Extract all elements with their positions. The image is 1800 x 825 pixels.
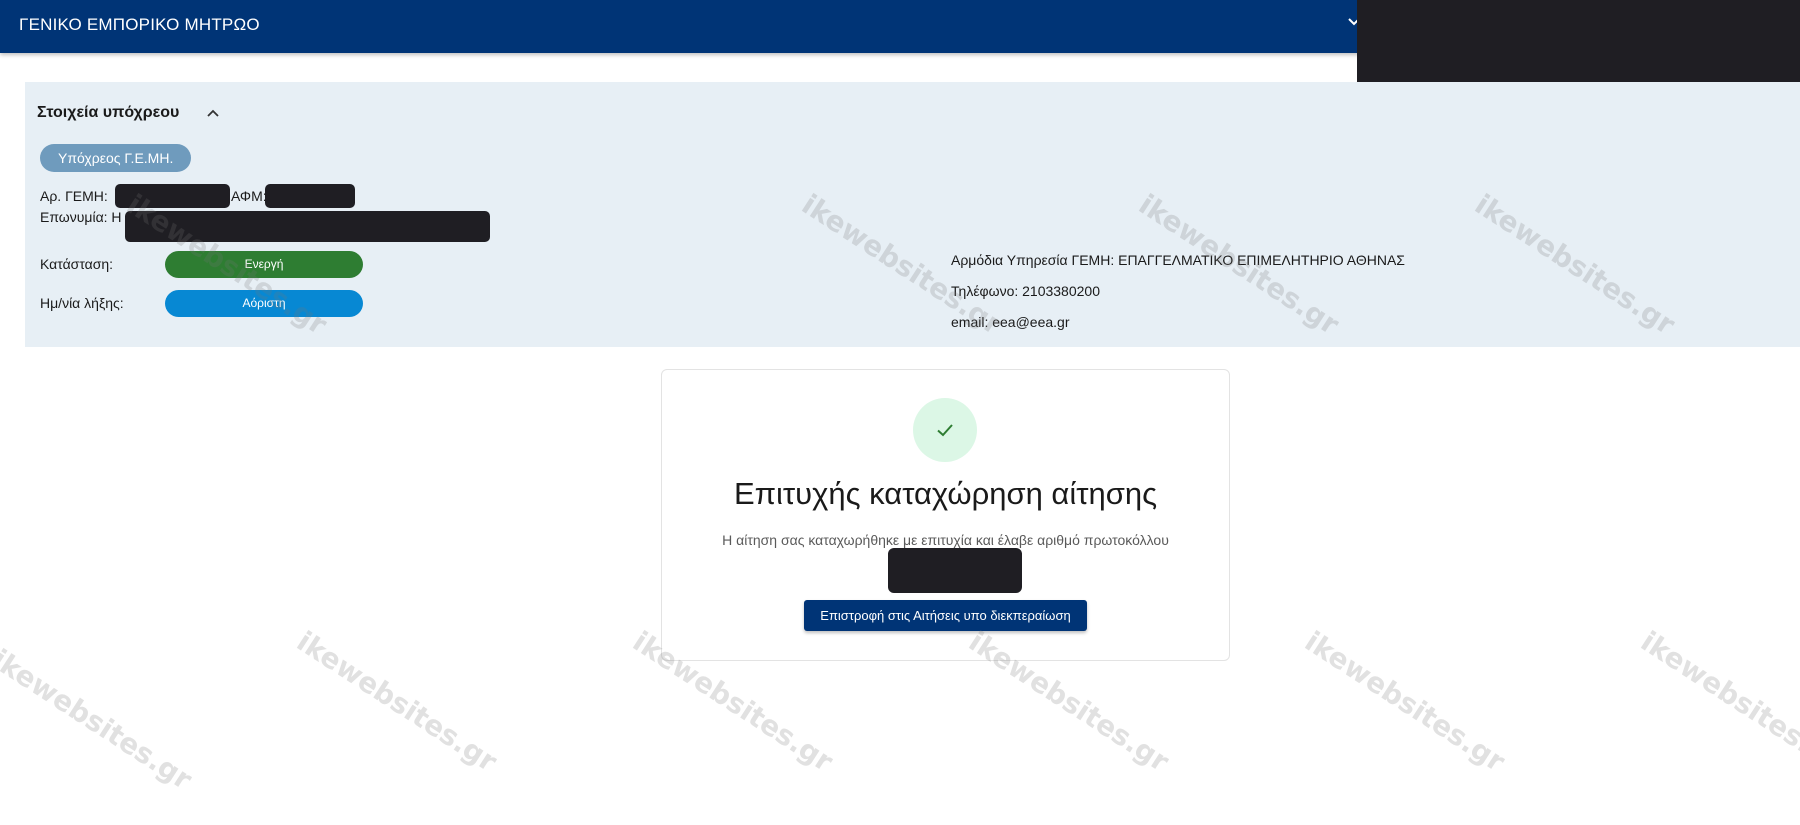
end-date-label: Ημ/νία λήξης:: [40, 295, 124, 311]
redacted-afm: [265, 184, 355, 208]
success-card: Επιτυχής καταχώρηση αίτησης Η αίτηση σας…: [661, 369, 1230, 661]
end-date-badge: Αόριστη: [165, 290, 363, 317]
watermark: ikewebsites.gr: [0, 642, 198, 797]
redacted-gemi-number: [115, 184, 230, 208]
competent-authority: Αρμόδια Υπηρεσία ΓΕΜΗ: ΕΠΑΓΓΕΛΜΑΤΙΚΟ ΕΠΙ…: [951, 252, 1405, 268]
redacted-eponymia: [125, 211, 490, 242]
obligee-panel: Στοιχεία υπόχρεου Υπόχρεος Γ.Ε.ΜΗ. Αρ. Γ…: [25, 82, 1800, 347]
return-to-pending-applications-button[interactable]: Επιστροφή στις Αιτήσεις υπο διεκπεραίωση: [804, 600, 1087, 631]
success-icon-circle: [913, 398, 977, 462]
app-title: ΓΕΝΙΚΟ ΕΜΠΟΡΙΚΟ ΜΗΤΡΩΟ: [19, 15, 260, 34]
check-icon: [937, 424, 953, 437]
success-message: Η αίτηση σας καταχωρήθηκε με επιτυχία κα…: [722, 532, 1169, 548]
success-title: Επιτυχής καταχώρηση αίτησης: [733, 476, 1158, 511]
watermark: ikewebsites.gr: [1635, 624, 1800, 779]
redacted-protocol-number: [888, 548, 1022, 593]
phone: Τηλέφωνο: 2103380200: [951, 283, 1100, 299]
eponymia-label: Επωνυμία: Η: [40, 209, 122, 225]
gemi-number-label: Αρ. ΓΕΜΗ:: [40, 188, 108, 204]
email: email: eea@eea.gr: [951, 314, 1070, 330]
status-label: Κατάσταση:: [40, 256, 114, 272]
section-title: Στοιχεία υπόχρεου: [37, 104, 180, 121]
status-badge: Ενεργή: [165, 251, 363, 278]
role-chip: Υπόχρεος Γ.Ε.ΜΗ.: [40, 144, 192, 172]
chevron-up-icon[interactable]: [205, 106, 221, 122]
watermark: ikewebsites.gr: [291, 624, 503, 779]
watermark: ikewebsites.gr: [1299, 624, 1511, 779]
